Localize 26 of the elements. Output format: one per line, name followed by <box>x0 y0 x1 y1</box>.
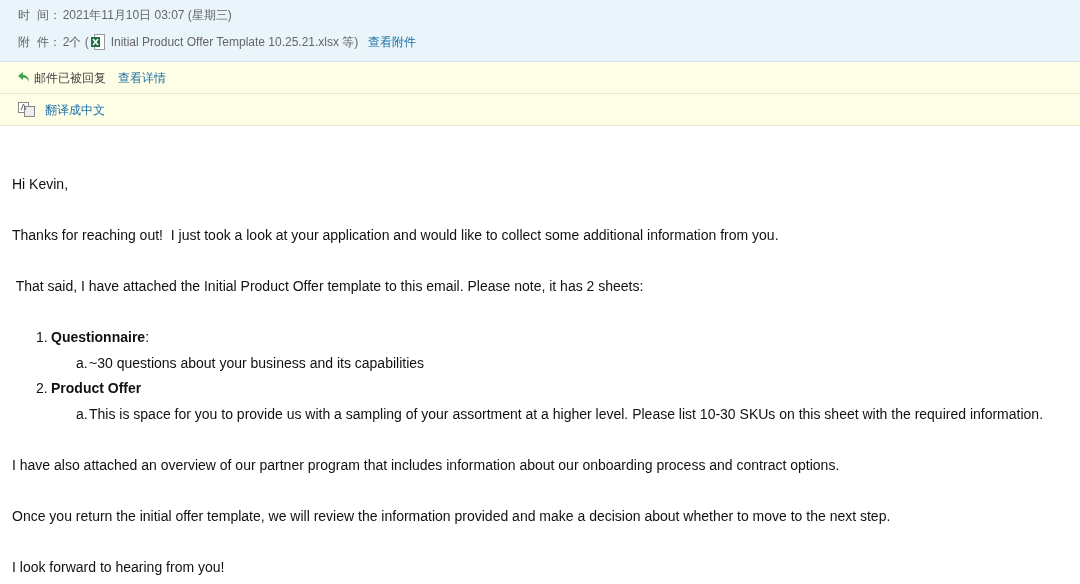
translate-link[interactable]: 翻译成中文 <box>45 100 105 119</box>
view-details-link[interactable]: 查看详情 <box>118 68 166 87</box>
list-number: 1. <box>36 328 49 347</box>
attachment-name: Initial Product Offer Template 10.25.21.xlsx 等) <box>110 34 359 51</box>
paragraph: I look forward to hearing from you! <box>12 557 226 577</box>
greeting: Hi Kevin, <box>12 175 70 194</box>
list-item: Product Offer <box>51 379 142 398</box>
list-letter: a. <box>76 404 89 424</box>
paragraph: Once you return the initial offer template, we will review the information provided and make a decision about whether to move to the next step. <box>12 506 892 526</box>
reply-arrow-icon <box>18 72 30 83</box>
list-subitem: ~30 questions about your business and its capabilities <box>89 353 425 373</box>
field-value: 2021年11月10日 03:07 (星期三) <box>62 7 232 24</box>
translate-icon <box>18 102 35 117</box>
list-letter: a. <box>76 353 89 373</box>
paragraph: That said, I have attached the Initial Product Offer template to this email. Please note, it has 2 sheets: <box>14 277 645 296</box>
view-attachments-link[interactable]: 查看附件 <box>368 33 417 51</box>
field-label: 时 间： <box>18 7 61 24</box>
spreadsheet-file-icon <box>90 34 105 50</box>
attachment-count: 2个 ( <box>62 34 89 51</box>
list-number: 2. <box>36 379 49 398</box>
paragraph: I have also attached an overview of our partner program that includes information about our onboarding process and contract options. <box>12 455 841 475</box>
notice-text: 邮件已被回复 <box>34 69 106 87</box>
paragraph: Thanks for reaching out! I just took a look at your application and would like to collect some additional information from you. <box>12 226 780 245</box>
list-subitem: This is space for you to provide us with a sampling of your assortment at a higher level. Please list 10-30 SKUs on this sheet with the required information. <box>89 404 1044 424</box>
field-label: 附 件： <box>18 34 61 51</box>
list-item: Questionnaire: <box>51 328 150 347</box>
